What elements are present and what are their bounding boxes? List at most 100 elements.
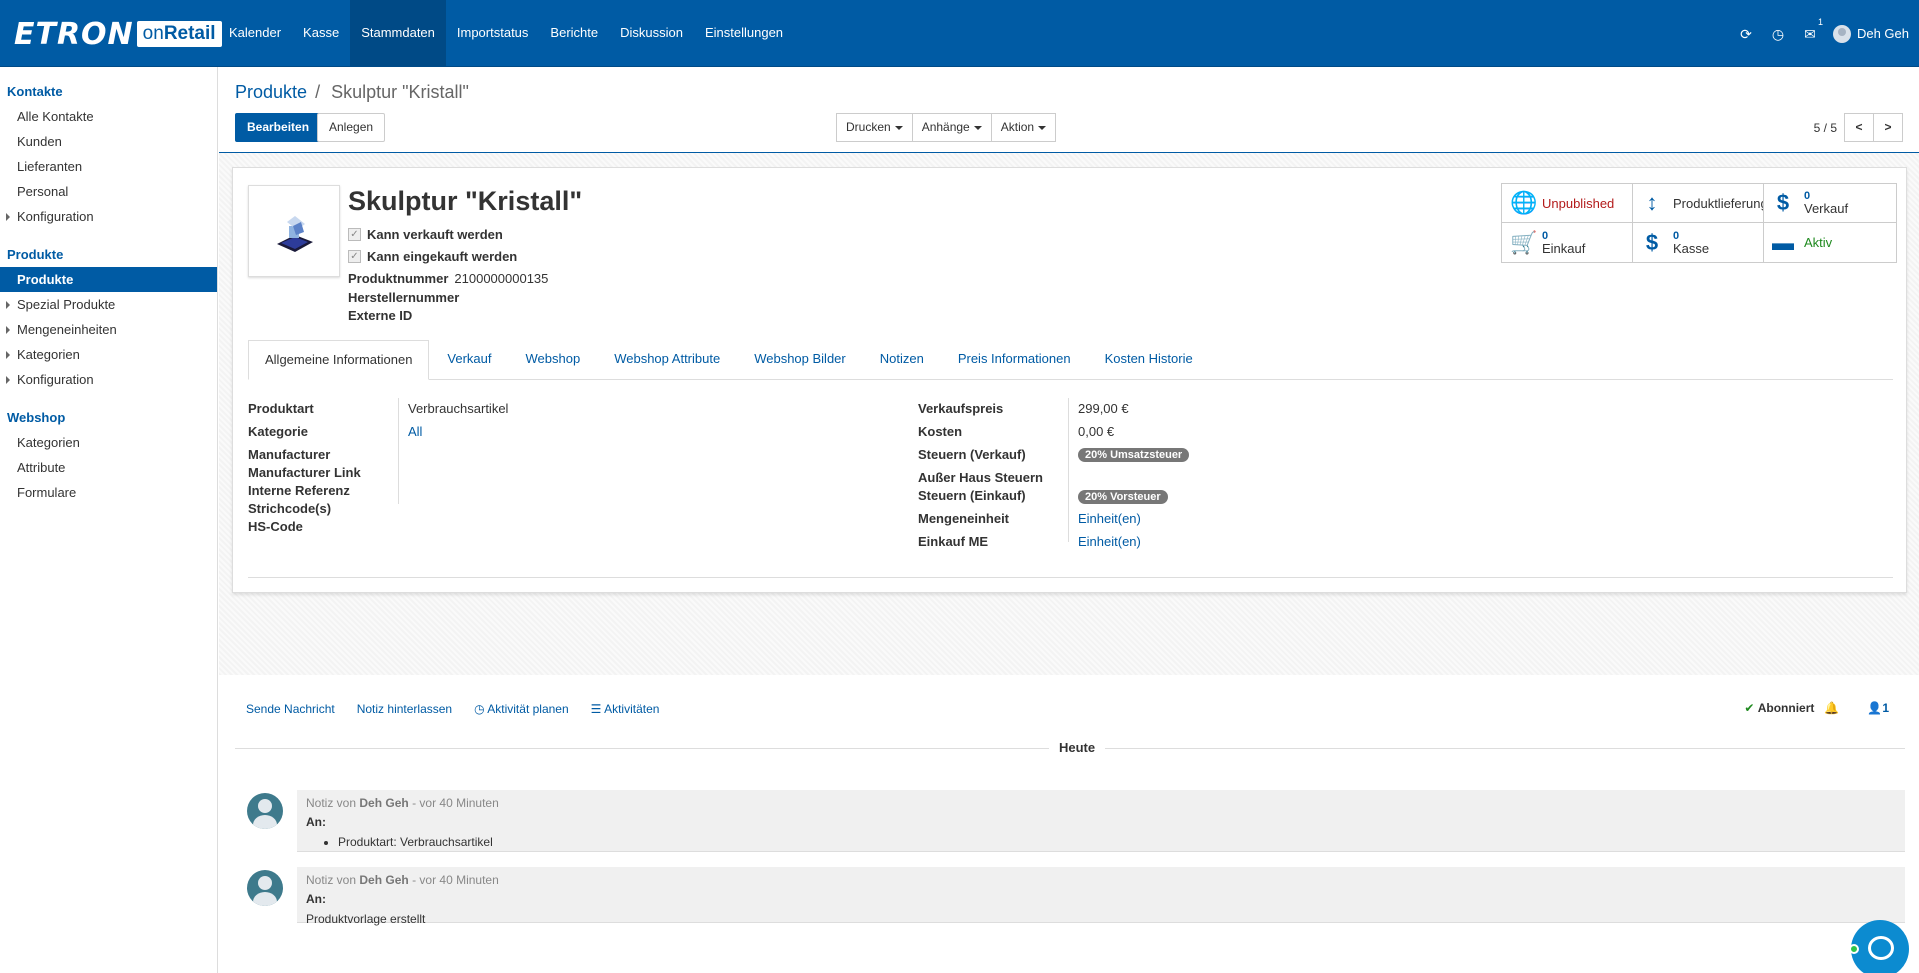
breadcrumb-parent[interactable]: Produkte <box>235 82 307 102</box>
verkaufspreis-value[interactable]: 299,00 € <box>1078 401 1129 416</box>
dollar-icon: $ <box>1776 190 1790 215</box>
produktart-value[interactable]: Verbrauchsartikel <box>408 401 508 416</box>
sidebar-item-kunden[interactable]: Kunden <box>0 129 217 154</box>
message-recipients: An: <box>306 892 326 906</box>
tab-kosten-historie[interactable]: Kosten Historie <box>1089 340 1209 379</box>
tab-preis-informationen[interactable]: Preis Informationen <box>942 340 1087 379</box>
sales-button[interactable]: $ 0 Verkauf <box>1764 184 1896 223</box>
message-author[interactable]: Deh Geh <box>359 796 408 810</box>
sidebar-item-webshop-kategorien[interactable]: Kategorien <box>0 430 217 455</box>
sidebar-item-kategorien[interactable]: Kategorien <box>0 342 217 367</box>
sidebar-item-formulare[interactable]: Formulare <box>0 480 217 505</box>
menu-kasse[interactable]: Kasse <box>292 0 350 67</box>
bell-icon[interactable]: 🔔 <box>1824 701 1839 715</box>
mengeneinheit-link[interactable]: Einheit(en) <box>1078 511 1141 526</box>
sidebar-section-produkte[interactable]: Produkte <box>0 243 217 267</box>
purchase-button[interactable]: 🛒 0 Einkauf <box>1502 223 1633 262</box>
followers-button[interactable]: 👤1 <box>1867 701 1889 715</box>
left-field-separator <box>398 398 399 504</box>
interne-referenz-label: Interne Referenz <box>248 483 350 498</box>
chatter-message: Notiz von Deh Geh - vor 40 Minuten An: P… <box>297 867 1905 926</box>
print-dropdown[interactable]: Drucken <box>836 113 913 142</box>
app-logo[interactable]: ETRON onRetail <box>14 17 222 52</box>
log-note-button[interactable]: Notiz hinterlassen <box>357 702 452 716</box>
sidebar-item-konfiguration-kontakte[interactable]: Konfiguration <box>0 204 217 229</box>
message-author[interactable]: Deh Geh <box>359 873 408 887</box>
tab-webshop-attribute[interactable]: Webshop Attribute <box>598 340 736 379</box>
record-pager: 5 / 5 < > <box>1814 113 1903 142</box>
steuern-verkauf-value[interactable]: 20% Umsatzsteuer <box>1078 446 1190 462</box>
can-sell-checkbox-row[interactable]: ✓ Kann verkauft werden <box>348 227 503 242</box>
systray: ⟳ ◷ ✉ 1 Deh Geh <box>1737 0 1909 67</box>
user-menu[interactable]: Deh Geh <box>1832 24 1909 43</box>
manufacturer-number-label: Herstellernummer <box>348 290 460 305</box>
external-id-label: Externe ID <box>348 308 413 323</box>
sculpture-image-icon <box>277 216 313 252</box>
chat-icon <box>1868 936 1894 960</box>
unpublished-label: Unpublished <box>1542 195 1615 211</box>
tab-webshop-bilder[interactable]: Webshop Bilder <box>738 340 862 379</box>
sidebar-item-alle-kontakte[interactable]: Alle Kontakte <box>0 104 217 129</box>
send-message-button[interactable]: Sende Nachricht <box>246 702 335 716</box>
checkbox-icon[interactable]: ✓ <box>348 228 361 241</box>
steuern-einkauf-value[interactable]: 20% Vorsteuer <box>1078 488 1168 504</box>
tab-allgemeine-informationen[interactable]: Allgemeine Informationen <box>248 340 430 380</box>
sidebar-item-lieferanten[interactable]: Lieferanten <box>0 154 217 179</box>
live-chat-button[interactable] <box>1849 920 1909 973</box>
menu-stammdaten[interactable]: Stammdaten <box>350 0 446 67</box>
active-toggle-button[interactable]: ▬ Aktiv <box>1764 223 1896 262</box>
product-image[interactable] <box>248 185 340 277</box>
message-changes: Produktart: Verbrauchsartikel <box>338 835 1896 849</box>
sidebar-item-produkte[interactable]: Produkte <box>0 267 217 292</box>
kosten-value[interactable]: 0,00 € <box>1078 424 1114 439</box>
menu-berichte[interactable]: Berichte <box>539 0 609 67</box>
clock-icon[interactable]: ◷ <box>1769 25 1787 43</box>
sidebar-item-attribute[interactable]: Attribute <box>0 455 217 480</box>
action-dropdown[interactable]: Aktion <box>990 113 1057 142</box>
sidebar-item-spezial-produkte[interactable]: Spezial Produkte <box>0 292 217 317</box>
hs-code-label: HS-Code <box>248 519 303 534</box>
pager-previous-button[interactable]: < <box>1844 113 1874 142</box>
pager-value[interactable]: 5 / 5 <box>1814 121 1837 135</box>
message-time: - vor 40 Minuten <box>412 796 499 810</box>
messages-icon[interactable]: ✉ 1 <box>1801 17 1823 43</box>
message-avatar[interactable] <box>247 870 283 906</box>
tax-tag-umsatzsteuer: 20% Umsatzsteuer <box>1078 448 1190 462</box>
sidebar-section-webshop[interactable]: Webshop <box>0 406 217 430</box>
activities-button[interactable]: ☰ Aktivitäten <box>591 702 660 716</box>
menu-diskussion[interactable]: Diskussion <box>609 0 694 67</box>
checkbox-icon[interactable]: ✓ <box>348 250 361 263</box>
kategorie-label: Kategorie <box>248 424 308 439</box>
refresh-icon[interactable]: ⟳ <box>1737 25 1755 43</box>
kategorie-link[interactable]: All <box>408 424 422 439</box>
can-purchase-checkbox-row[interactable]: ✓ Kann eingekauft werden <box>348 249 517 264</box>
attachments-dropdown[interactable]: Anhänge <box>911 113 992 142</box>
message-meta: Notiz von Deh Geh - vor 40 Minuten <box>306 873 1896 887</box>
chatter-message: Notiz von Deh Geh - vor 40 Minuten An: P… <box>297 790 1905 852</box>
subscribed-button[interactable]: ✔ Abonniert <box>1744 701 1814 715</box>
user-avatar <box>1832 24 1851 43</box>
sales-label: Verkauf <box>1804 201 1849 216</box>
sidebar-item-mengeneinheiten[interactable]: Mengeneinheiten <box>0 317 217 342</box>
einkauf-me-link[interactable]: Einheit(en) <box>1078 534 1141 549</box>
edit-button[interactable]: Bearbeiten <box>235 113 322 142</box>
menu-kalender[interactable]: Kalender <box>218 0 292 67</box>
create-button[interactable]: Anlegen <box>317 113 386 142</box>
message-avatar[interactable] <box>247 793 283 829</box>
pos-button[interactable]: $ 0 Kasse <box>1633 223 1764 262</box>
sidebar-section-kontakte[interactable]: Kontakte <box>0 80 217 104</box>
menu-einstellungen[interactable]: Einstellungen <box>694 0 794 67</box>
control-panel: Produkte / Skulptur "Kristall" Bearbeite… <box>219 67 1919 153</box>
menu-importstatus[interactable]: Importstatus <box>446 0 540 67</box>
tab-notizen[interactable]: Notizen <box>864 340 940 379</box>
tab-verkauf[interactable]: Verkauf <box>431 340 507 379</box>
sidebar-item-konfiguration-produkte[interactable]: Konfiguration <box>0 367 217 392</box>
pager-next-button[interactable]: > <box>1873 113 1903 142</box>
tab-webshop[interactable]: Webshop <box>510 340 597 379</box>
delivery-button[interactable]: ↕ Produktlieferung <box>1633 184 1764 223</box>
chatter-followers: ✔ Abonniert 🔔 👤1 <box>1744 701 1889 715</box>
date-separator-label: Heute <box>1049 740 1106 755</box>
sidebar-item-personal[interactable]: Personal <box>0 179 217 204</box>
unpublished-button[interactable]: 🌐 Unpublished <box>1502 184 1633 223</box>
schedule-activity-button[interactable]: ◷ Aktivität planen <box>474 702 569 716</box>
